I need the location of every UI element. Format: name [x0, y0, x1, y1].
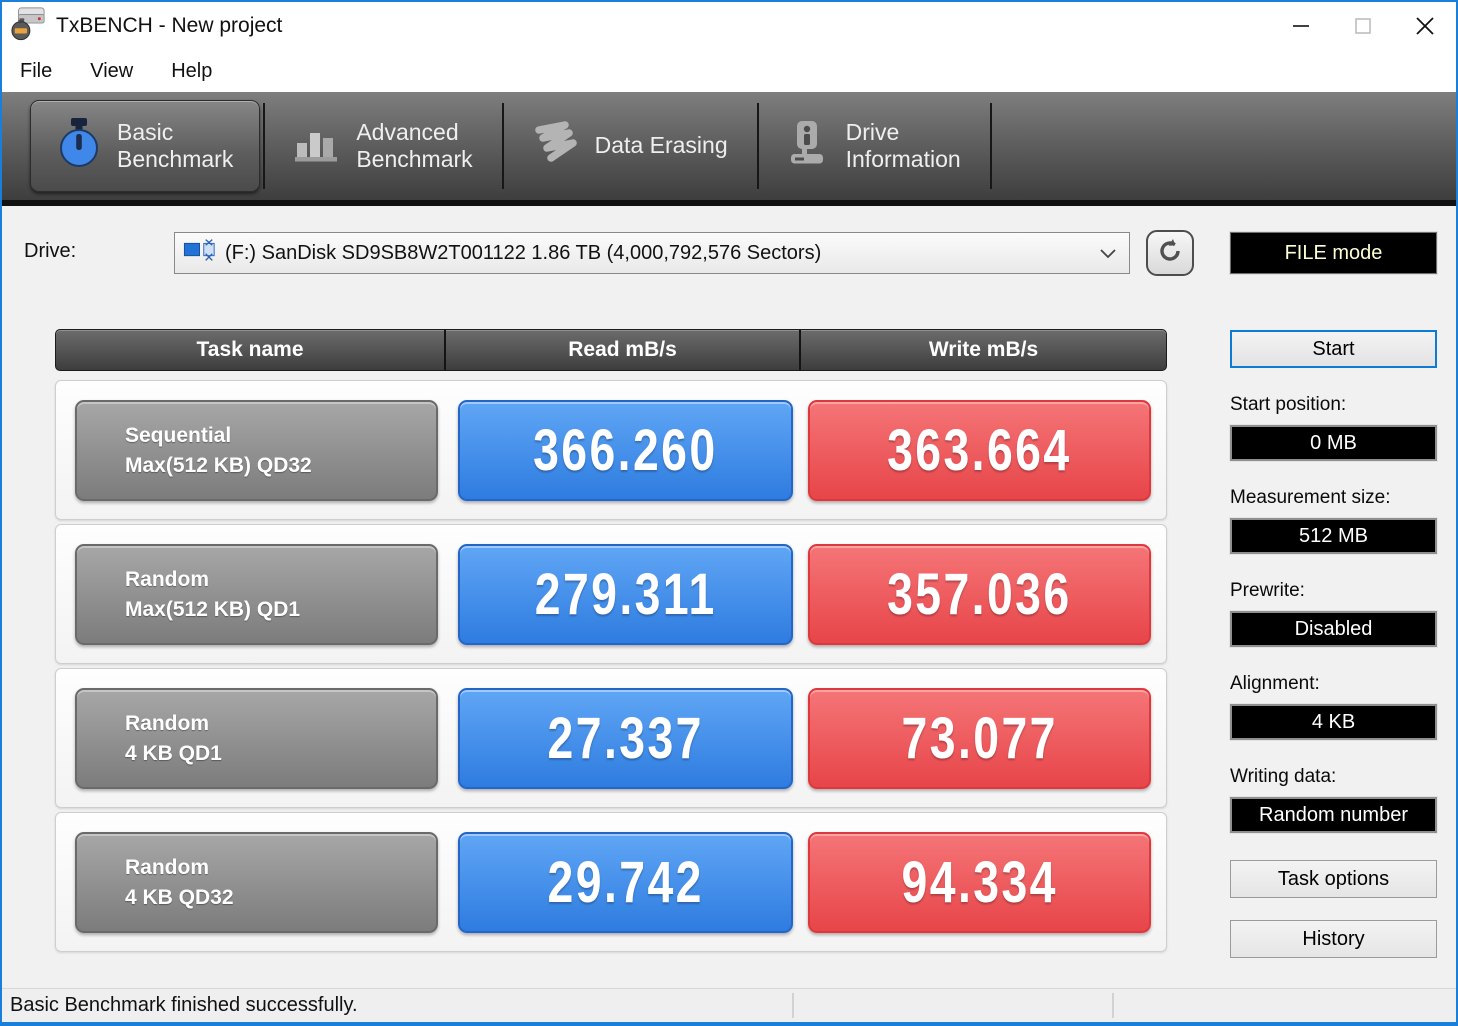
app-window: TxBENCH - New project File View Help Bas… [0, 0, 1458, 1026]
tab-label-line2: Benchmark [117, 146, 234, 172]
table-header: Task name Read mB/s Write mB/s [55, 329, 1167, 371]
read-value: 279.311 [458, 544, 793, 645]
history-button[interactable]: History [1230, 920, 1437, 958]
eraser-squiggle-icon [533, 120, 579, 172]
read-value: 29.742 [458, 832, 793, 933]
menu-help[interactable]: Help [167, 58, 216, 85]
menu-bar: File View Help [2, 50, 1456, 92]
tab-basic-benchmark[interactable]: Basic Benchmark [30, 100, 261, 192]
table-row: Random 4 KB QD1 27.337 73.077 [55, 668, 1167, 808]
tab-drive-information[interactable]: Drive Information [762, 100, 987, 192]
settings-panel: Start Start position: 0 MB Measurement s… [1230, 330, 1437, 958]
tab-advanced-benchmark[interactable]: Advanced Benchmark [268, 100, 498, 192]
writing-data-value[interactable]: Random number [1230, 797, 1437, 833]
table-row: Random 4 KB QD32 29.742 94.334 [55, 812, 1167, 952]
file-mode-label: FILE mode [1284, 241, 1383, 264]
prewrite-value[interactable]: Disabled [1230, 611, 1437, 647]
window-title: TxBENCH - New project [56, 14, 283, 37]
table-row: Sequential Max(512 KB) QD32 366.260 363.… [55, 380, 1167, 520]
toolbar-separator [501, 103, 504, 189]
status-separator [792, 993, 794, 1018]
tab-label-line1: Drive [845, 118, 900, 145]
write-value: 73.077 [808, 688, 1151, 789]
menu-file[interactable]: File [16, 58, 56, 85]
minimize-icon [1293, 25, 1309, 27]
write-value: 357.036 [808, 544, 1151, 645]
measurement-size-label: Measurement size: [1230, 487, 1391, 508]
measurement-size-value[interactable]: 512 MB [1230, 518, 1437, 554]
window-controls [1270, 2, 1456, 50]
close-button[interactable] [1394, 2, 1456, 50]
refresh-icon [1156, 237, 1184, 270]
task-label: Random 4 KB QD1 [75, 688, 438, 789]
status-bar: Basic Benchmark finished successfully. [2, 988, 1456, 1022]
drive-selected-option: (F:) SanDisk SD9SB8W2T001122 1.86 TB (4,… [225, 241, 822, 264]
toolbar-separator [756, 103, 759, 189]
status-message: Basic Benchmark finished successfully. [10, 994, 358, 1016]
task-label: Random 4 KB QD32 [75, 832, 438, 933]
chevron-down-icon [1099, 242, 1117, 265]
alignment-label: Alignment: [1230, 673, 1320, 694]
tab-data-erasing[interactable]: Data Erasing [507, 100, 754, 192]
stopwatch-icon [57, 117, 101, 175]
toolbar: Basic Benchmark Advanced Benchmark Data E [2, 92, 1456, 206]
drive-icon [183, 235, 217, 271]
status-separator [1112, 993, 1114, 1018]
app-icon [10, 5, 46, 48]
tab-label-line2: Information [845, 146, 961, 172]
column-header-read: Read mB/s [444, 330, 799, 370]
drive-info-icon [788, 119, 830, 173]
write-value: 94.334 [808, 832, 1151, 933]
tab-label-line2: Benchmark [356, 146, 473, 172]
column-header-write: Write mB/s [799, 330, 1166, 370]
alignment-value[interactable]: 4 KB [1230, 704, 1437, 740]
drive-select[interactable]: (F:) SanDisk SD9SB8W2T001122 1.86 TB (4,… [174, 232, 1130, 274]
start-position-value[interactable]: 0 MB [1230, 425, 1437, 461]
close-icon [1416, 17, 1434, 35]
menu-view[interactable]: View [86, 58, 137, 85]
task-options-button[interactable]: Task options [1230, 860, 1437, 898]
maximize-icon [1355, 18, 1371, 34]
toolbar-separator [263, 103, 266, 189]
read-value: 27.337 [458, 688, 793, 789]
toolbar-separator [989, 103, 992, 189]
task-label: Random Max(512 KB) QD1 [75, 544, 438, 645]
bar-chart-icon [294, 121, 340, 171]
main-content: Drive: (F:) SanDisk SD9SB8W2T001122 1.86… [2, 206, 1456, 988]
tab-label-line1: Data Erasing [594, 132, 728, 159]
read-value: 366.260 [458, 400, 793, 501]
file-mode-button[interactable]: FILE mode [1230, 232, 1437, 274]
start-button[interactable]: Start [1230, 330, 1437, 368]
write-value: 363.664 [808, 400, 1151, 501]
column-header-task-name: Task name [196, 338, 304, 361]
tab-label-line1: Basic [117, 118, 174, 145]
writing-data-label: Writing data: [1230, 766, 1337, 787]
minimize-button[interactable] [1270, 2, 1332, 50]
tab-label-line1: Advanced [356, 118, 459, 145]
prewrite-label: Prewrite: [1230, 580, 1305, 601]
drive-label: Drive: [24, 240, 77, 262]
benchmark-table: Task name Read mB/s Write mB/s Sequentia… [55, 329, 1167, 956]
window-accent-border [2, 1022, 1456, 1026]
table-row: Random Max(512 KB) QD1 279.311 357.036 [55, 524, 1167, 664]
refresh-drives-button[interactable] [1146, 230, 1194, 276]
task-label: Sequential Max(512 KB) QD32 [75, 400, 438, 501]
title-bar: TxBENCH - New project [2, 2, 1456, 50]
maximize-button[interactable] [1332, 2, 1394, 50]
start-position-label: Start position: [1230, 394, 1347, 415]
